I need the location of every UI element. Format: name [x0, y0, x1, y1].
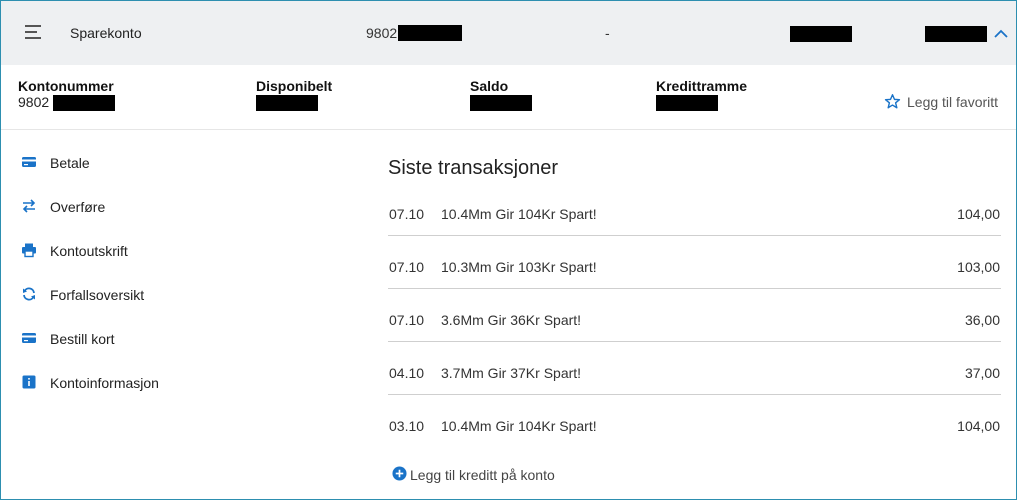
add-favorite-label: Legg til favoritt [907, 94, 999, 110]
transaction-description: 3.6Mm Gir 36Kr Spart! [441, 312, 582, 328]
transaction-date: 07.10 [389, 206, 425, 222]
balance-value [470, 94, 532, 112]
star-icon [884, 94, 901, 109]
redacted-block [790, 26, 852, 42]
chevron-up-icon[interactable] [993, 29, 1009, 39]
transactions-list: 07.10 10.4Mm Gir 104Kr Spart! 104,00 07.… [388, 183, 1001, 447]
action-account-info[interactable]: Kontoinformasjon [21, 373, 241, 393]
printer-icon [22, 243, 36, 258]
action-label: Kontoinformasjon [50, 375, 159, 391]
action-label: Bestill kort [50, 331, 115, 347]
credit-limit-value [656, 94, 747, 112]
info-icon [22, 375, 36, 389]
available-value [256, 94, 332, 112]
balance-label: Saldo [470, 78, 509, 94]
action-transfer[interactable]: Overføre [21, 197, 241, 217]
transaction-row[interactable]: 07.10 10.3Mm Gir 103Kr Spart! 103,00 [388, 236, 1001, 289]
transaction-description: 10.4Mm Gir 104Kr Spart! [441, 418, 597, 434]
action-label: Forfallsoversikt [50, 287, 145, 303]
available-label: Disponibelt [256, 78, 333, 94]
redacted-block [470, 95, 532, 112]
action-label: Kontoutskrift [50, 243, 128, 259]
account-name: Sparekonto [70, 25, 142, 41]
account-details: Kontonummer 9802 Disponibelt Saldo Kredi… [1, 65, 1016, 130]
transaction-row[interactable]: 07.10 10.4Mm Gir 104Kr Spart! 104,00 [388, 183, 1001, 236]
action-label: Overføre [50, 199, 106, 215]
account-number: 9802 [366, 25, 463, 42]
available-field: Disponibelt [256, 78, 333, 112]
transaction-amount: 37,00 [964, 365, 1000, 381]
redacted-block [925, 26, 987, 42]
account-number-label: Kontonummer [18, 78, 114, 94]
account-number-value-prefix: 9802 [18, 94, 50, 110]
account-number-prefix: 9802 [366, 25, 398, 41]
redacted-block [53, 95, 116, 112]
transaction-amount: 103,00 [957, 259, 1000, 275]
redacted-block [256, 95, 318, 112]
transfer-arrows-icon [22, 199, 36, 213]
action-label: Betale [50, 155, 90, 171]
transaction-description: 10.4Mm Gir 104Kr Spart! [441, 206, 597, 222]
transactions-title: Siste transaksjoner [388, 157, 559, 179]
transaction-date: 03.10 [389, 418, 425, 434]
transaction-date: 07.10 [389, 312, 425, 328]
card-icon [22, 333, 36, 343]
transaction-row[interactable]: 04.10 3.7Mm Gir 37Kr Spart! 37,00 [388, 342, 1001, 395]
transaction-amount: 36,00 [964, 312, 1000, 328]
account-number-field: Kontonummer 9802 [18, 78, 116, 112]
account-number-value: 9802 [18, 94, 116, 112]
refresh-icon [23, 287, 35, 301]
menu-icon[interactable] [25, 25, 45, 41]
transaction-amount: 104,00 [957, 418, 1000, 434]
account-card: Sparekonto 9802 - Kontonummer 9802 Dispo… [0, 0, 1017, 500]
separator: - [605, 25, 610, 41]
action-pay[interactable]: Betale [21, 153, 241, 173]
transaction-amount: 104,00 [957, 206, 1000, 222]
balance-field: Saldo [470, 78, 532, 112]
transaction-description: 10.3Mm Gir 103Kr Spart! [441, 259, 597, 275]
transaction-description: 3.7Mm Gir 37Kr Spart! [441, 365, 582, 381]
credit-limit-label: Kredittramme [656, 78, 748, 94]
action-statement[interactable]: Kontoutskrift [21, 241, 241, 261]
action-order-card[interactable]: Bestill kort [21, 329, 241, 349]
transaction-date: 04.10 [389, 365, 425, 381]
transaction-date: 07.10 [389, 259, 425, 275]
action-due-overview[interactable]: Forfallsoversikt [21, 285, 241, 305]
add-credit-label: Legg til kreditt på konto [410, 467, 555, 483]
redacted-block [656, 95, 718, 112]
redacted-block [398, 25, 463, 42]
card-icon [22, 157, 36, 167]
account-header[interactable]: Sparekonto 9802 - [1, 1, 1016, 65]
plus-circle-icon [392, 466, 407, 481]
credit-limit-field: Kredittramme [656, 78, 748, 112]
transaction-row[interactable]: 03.10 10.4Mm Gir 104Kr Spart! 104,00 [388, 395, 1001, 447]
transaction-row[interactable]: 07.10 3.6Mm Gir 36Kr Spart! 36,00 [388, 289, 1001, 342]
